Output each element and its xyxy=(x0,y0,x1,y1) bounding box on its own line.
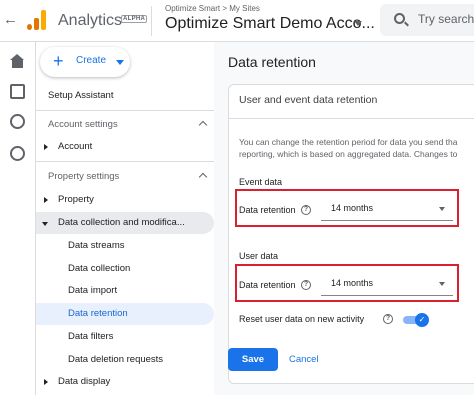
triangle-right-icon xyxy=(44,144,48,150)
check-icon: ✓ xyxy=(415,313,429,327)
event-retention-select[interactable]: 14 months xyxy=(321,197,453,221)
reset-user-data-label: Reset user data on new activity xyxy=(239,314,365,324)
nav-sub-item[interactable]: Data import xyxy=(36,280,214,302)
search-input[interactable]: Try searchin xyxy=(418,12,474,26)
card-divider xyxy=(229,118,474,119)
nav-label: Property settings xyxy=(48,171,120,182)
dropdown-arrow-icon xyxy=(439,282,445,286)
nav-sub-item[interactable]: Data filters xyxy=(36,326,214,348)
arrow-back-icon[interactable]: ← xyxy=(3,11,18,28)
nav-label: Setup Assistant xyxy=(48,90,114,101)
help-icon[interactable]: ? xyxy=(301,205,311,215)
app-name: Analytics xyxy=(58,12,123,29)
nav-label: Data deletion requests xyxy=(68,354,164,365)
retention-card: User and event data retention You can ch… xyxy=(228,84,474,384)
save-button[interactable]: Save xyxy=(228,348,278,371)
chevron-up-icon xyxy=(198,120,208,130)
help-icon[interactable]: ? xyxy=(383,314,393,324)
description-line: reporting, which is based on aggregated … xyxy=(239,149,458,159)
select-value: 14 months xyxy=(331,278,374,288)
user-retention-label: Data retention xyxy=(239,280,296,290)
nav-property-settings[interactable]: Property settings xyxy=(36,166,214,188)
triangle-right-icon xyxy=(44,197,48,203)
explore-icon[interactable] xyxy=(10,114,25,129)
account-selector[interactable]: Optimize Smart Demo Acco... xyxy=(165,15,375,33)
nav-label: Data filters xyxy=(68,331,114,342)
nav-label: Account xyxy=(58,141,93,152)
nav-label: Account settings xyxy=(48,119,118,130)
admin-nav: + Create Setup Assistant Account setting… xyxy=(36,42,214,395)
nav-sub-item-active[interactable]: Data retention xyxy=(36,303,214,325)
description-line: You can change the retention period for … xyxy=(239,137,458,147)
event-retention-label: Data retention xyxy=(239,205,296,215)
help-icon[interactable]: ? xyxy=(301,280,311,290)
chevron-up-icon xyxy=(198,172,208,182)
reset-user-data-toggle[interactable]: ✓ xyxy=(403,313,429,327)
user-data-heading: User data xyxy=(239,251,279,261)
plus-icon: + xyxy=(53,51,64,71)
top-bar: ← Analytics ALPHA Optimize Smart > My Si… xyxy=(0,0,474,42)
nav-sub-item[interactable]: Data deletion requests xyxy=(36,349,214,371)
nav-account[interactable]: Account xyxy=(36,136,214,158)
home-icon[interactable] xyxy=(10,54,25,69)
nav-data-collection[interactable]: Data collection and modifica... xyxy=(36,212,214,234)
create-label: Create xyxy=(76,55,107,66)
main-content: Data retention User and event data reten… xyxy=(214,42,474,395)
nav-label: Data display xyxy=(58,376,111,387)
nav-sub-item[interactable]: Data streams xyxy=(36,235,214,257)
nav-property[interactable]: Property xyxy=(36,189,214,211)
nav-label: Property xyxy=(58,194,94,205)
nav-label: Data import xyxy=(68,285,118,296)
card-title: User and event data retention xyxy=(239,94,378,106)
create-button[interactable]: + Create xyxy=(40,47,130,77)
header-divider xyxy=(151,6,152,36)
nav-label: Data retention xyxy=(68,308,128,319)
nav-divider xyxy=(36,110,214,111)
breadcrumb[interactable]: Optimize Smart > My Sites xyxy=(165,4,260,13)
nav-label: Data collection and modifica... xyxy=(58,217,185,228)
chevron-down-icon xyxy=(116,60,124,65)
page-title: Data retention xyxy=(228,54,316,70)
nav-label: Data collection xyxy=(68,263,131,274)
triangle-down-icon xyxy=(42,222,48,226)
search-icon[interactable] xyxy=(394,13,405,24)
nav-label: Data streams xyxy=(68,240,125,251)
dropdown-arrow-icon xyxy=(439,207,445,211)
select-value: 14 months xyxy=(331,203,374,213)
nav-setup-assistant[interactable]: Setup Assistant xyxy=(36,85,214,107)
left-rail xyxy=(0,42,36,395)
nav-account-settings[interactable]: Account settings xyxy=(36,114,214,136)
reports-icon[interactable] xyxy=(10,84,25,99)
event-data-heading: Event data xyxy=(239,177,283,187)
cancel-button[interactable]: Cancel xyxy=(289,354,319,365)
alpha-badge: ALPHA xyxy=(121,15,148,23)
chevron-down-icon[interactable] xyxy=(354,21,362,26)
user-retention-select[interactable]: 14 months xyxy=(321,272,453,296)
analytics-logo xyxy=(27,10,47,30)
advertising-icon[interactable] xyxy=(10,146,25,161)
nav-sub-item[interactable]: Data collection xyxy=(36,258,214,280)
triangle-right-icon xyxy=(44,379,48,385)
nav-data-display[interactable]: Data display xyxy=(36,371,214,393)
nav-divider xyxy=(36,161,214,162)
